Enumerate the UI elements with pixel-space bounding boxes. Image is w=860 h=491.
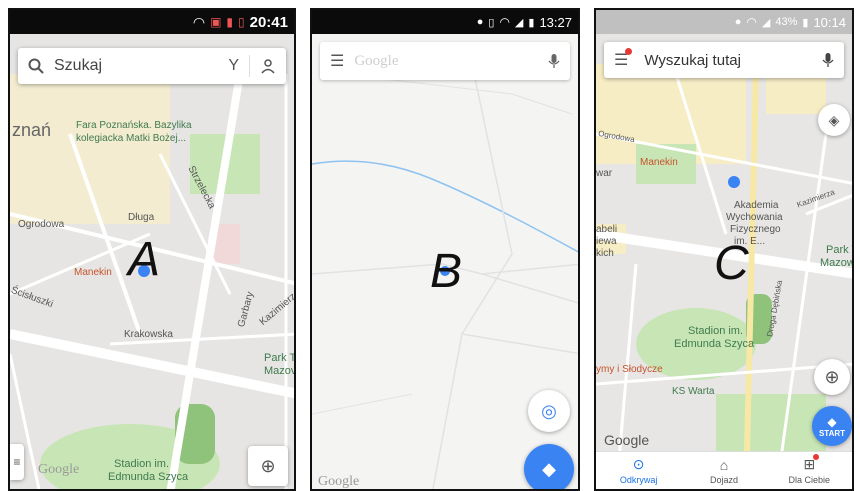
status-time: 10:14 — [813, 14, 846, 30]
start-label: START — [818, 428, 846, 438]
search-input[interactable]: Szukaj — [54, 57, 228, 75]
my-location-button[interactable]: ⊕ — [248, 446, 288, 486]
hamburger-menu-icon[interactable]: ☰ — [614, 48, 633, 70]
map-label-park-1: Park T — [264, 352, 296, 364]
google-logo: Google — [318, 474, 360, 489]
map-label-manekin: Manekin — [640, 157, 678, 168]
map-label-war: war — [596, 168, 613, 179]
google-logo: Google — [604, 432, 650, 448]
status-time: 13:27 — [539, 14, 572, 30]
map-label-stadion-2: Edmunda Szyca — [108, 471, 189, 483]
search-divider — [249, 55, 250, 77]
wifi-icon: ◠ — [746, 15, 757, 29]
status-bar-c: ● ◠ ◢ 43% ▮ 10:14 — [596, 10, 852, 34]
menu-handle-button[interactable]: ≡ — [10, 444, 24, 480]
sim-icon: ▣ — [210, 15, 222, 29]
panel-letter-a: A — [128, 233, 161, 286]
map-label-manekin: Manekin — [74, 267, 112, 278]
map-label-akademia-3: Fizycznego — [730, 224, 781, 235]
status-time: 20:41 — [249, 13, 288, 31]
map-label-akademia-2: Wychowania — [726, 212, 783, 223]
microphone-icon[interactable] — [822, 52, 834, 68]
search-input[interactable]: Google — [354, 53, 548, 70]
search-input[interactable]: Wyszukaj tutaj — [644, 52, 822, 69]
directions-icon: ◆ — [542, 458, 556, 479]
map-label-dluga: Długa — [128, 212, 155, 223]
account-icon[interactable] — [260, 58, 276, 74]
home-building-icon: ⌂ — [719, 456, 729, 473]
battery-icon: ▯ — [238, 15, 245, 29]
screenshot-b: Google B ◎ ◆ ● ▯ ◠ ◢ ▮ 13:27 ☰ Google — [310, 8, 580, 491]
location-pin-icon: ⊙ — [632, 456, 645, 472]
directions-fork-icon[interactable]: Y — [228, 57, 239, 75]
status-bar-b: ● ▯ ◠ ◢ ▮ 13:27 — [312, 10, 578, 34]
search-bar-a[interactable]: Szukaj Y — [18, 48, 286, 84]
map-label-krakowska: Krakowska — [124, 329, 173, 340]
map-label-ks-warta: KS Warta — [672, 386, 715, 397]
map-label-stadion-2: Edmunda Szyca — [674, 338, 755, 350]
nav-label: Dla Ciebie — [788, 475, 831, 485]
map-view-c[interactable]: Ogrodowa war Manekin Akademia Wychowania… — [596, 34, 852, 489]
bottom-navigation: ⊙ Odkrywaj ⌂ Dojazd ⊞ Dla Ciebie — [596, 451, 852, 489]
nav-label: Odkrywaj — [619, 475, 658, 485]
nav-label: Dojazd — [709, 474, 738, 485]
battery-icon: ▮ — [802, 16, 809, 29]
search-bar-c[interactable]: ☰ Wyszukaj tutaj — [604, 42, 844, 78]
notification-dot — [813, 454, 820, 460]
nav-for-you[interactable]: ⊞ Dla Ciebie — [767, 452, 852, 489]
crosshair-icon: ◎ — [541, 400, 557, 421]
panel-letter-b: B — [430, 245, 463, 298]
map-label-ogrodowa: Ogrodowa — [18, 219, 65, 230]
map-label-akademia-1: Akademia — [734, 200, 779, 211]
map-label-fara-1: Fara Poznańska. Bazylika — [76, 120, 192, 131]
my-location-button[interactable]: ◎ — [528, 390, 570, 432]
signal-icon: ◢ — [514, 16, 524, 29]
hamburger-menu-icon[interactable]: ☰ — [330, 51, 344, 71]
my-location-button[interactable]: ⊕ — [814, 359, 850, 395]
wifi-icon: ◠ — [192, 13, 206, 30]
nav-commute[interactable]: ⌂ Dojazd — [681, 452, 766, 489]
panel-letter-c: C — [714, 237, 749, 290]
map-view-a[interactable]: znań Fara Poznańska. Bazylika kolegiacka… — [10, 34, 294, 489]
battery-percent: 43% — [775, 16, 798, 28]
map-label-stadion-1: Stadion im. — [114, 458, 170, 470]
menu-icon: ≡ — [13, 455, 21, 469]
status-bar-a: ◠ ▣ ▮ ▯ 20:41 — [10, 10, 294, 34]
map-label-abeli: abeli — [596, 224, 618, 235]
map-label-slodycze: ymy i Słodycze — [596, 364, 663, 375]
screenshot-c: Ogrodowa war Manekin Akademia Wychowania… — [594, 8, 854, 491]
layers-icon: ◈ — [828, 111, 840, 128]
map-label-poznan: znań — [12, 120, 52, 140]
screenshot-a: znań Fara Poznańska. Bazylika kolegiacka… — [8, 8, 296, 491]
map-label-park-1: Park Ta — [826, 244, 852, 256]
search-icon — [28, 58, 44, 74]
search-bar-b[interactable]: ☰ Google — [320, 42, 570, 80]
directions-button[interactable]: ◆ — [524, 444, 574, 489]
start-button[interactable]: ◆ START — [812, 406, 852, 446]
microphone-icon[interactable] — [548, 53, 560, 69]
sparkle-plus-icon: ⊞ — [803, 454, 820, 473]
wifi-icon: ◠ — [499, 15, 510, 29]
map-label-park-2: Mazowi — [820, 257, 854, 269]
google-logo: Google — [38, 462, 80, 477]
notification-dot — [625, 48, 633, 55]
layers-button[interactable]: ◈ — [818, 104, 850, 136]
vibrate-icon: ▯ — [488, 16, 495, 29]
signal-icon: ▮ — [226, 15, 234, 29]
map-label-stadion-1: Stadion im. — [688, 325, 744, 337]
map-view-b[interactable]: Google B ◎ ◆ — [312, 34, 578, 489]
crosshair-icon: ⊕ — [824, 366, 840, 387]
nav-explore[interactable]: ⊙ Odkrywaj — [596, 452, 681, 489]
map-label-park-2: Mazov — [264, 365, 296, 377]
map-label-iewa: iewa — [596, 236, 617, 247]
location-pin-icon: ● — [476, 16, 484, 28]
crosshair-icon: ⊕ — [260, 455, 276, 476]
map-label-fara-2: kolegiacka Matki Bożej... — [76, 133, 187, 144]
location-pin-icon: ● — [734, 16, 742, 28]
battery-icon: ▮ — [528, 16, 535, 29]
navigation-arrow-icon: ◆ — [827, 414, 837, 429]
map-label-kich: kich — [596, 248, 614, 259]
signal-icon: ◢ — [761, 16, 771, 29]
